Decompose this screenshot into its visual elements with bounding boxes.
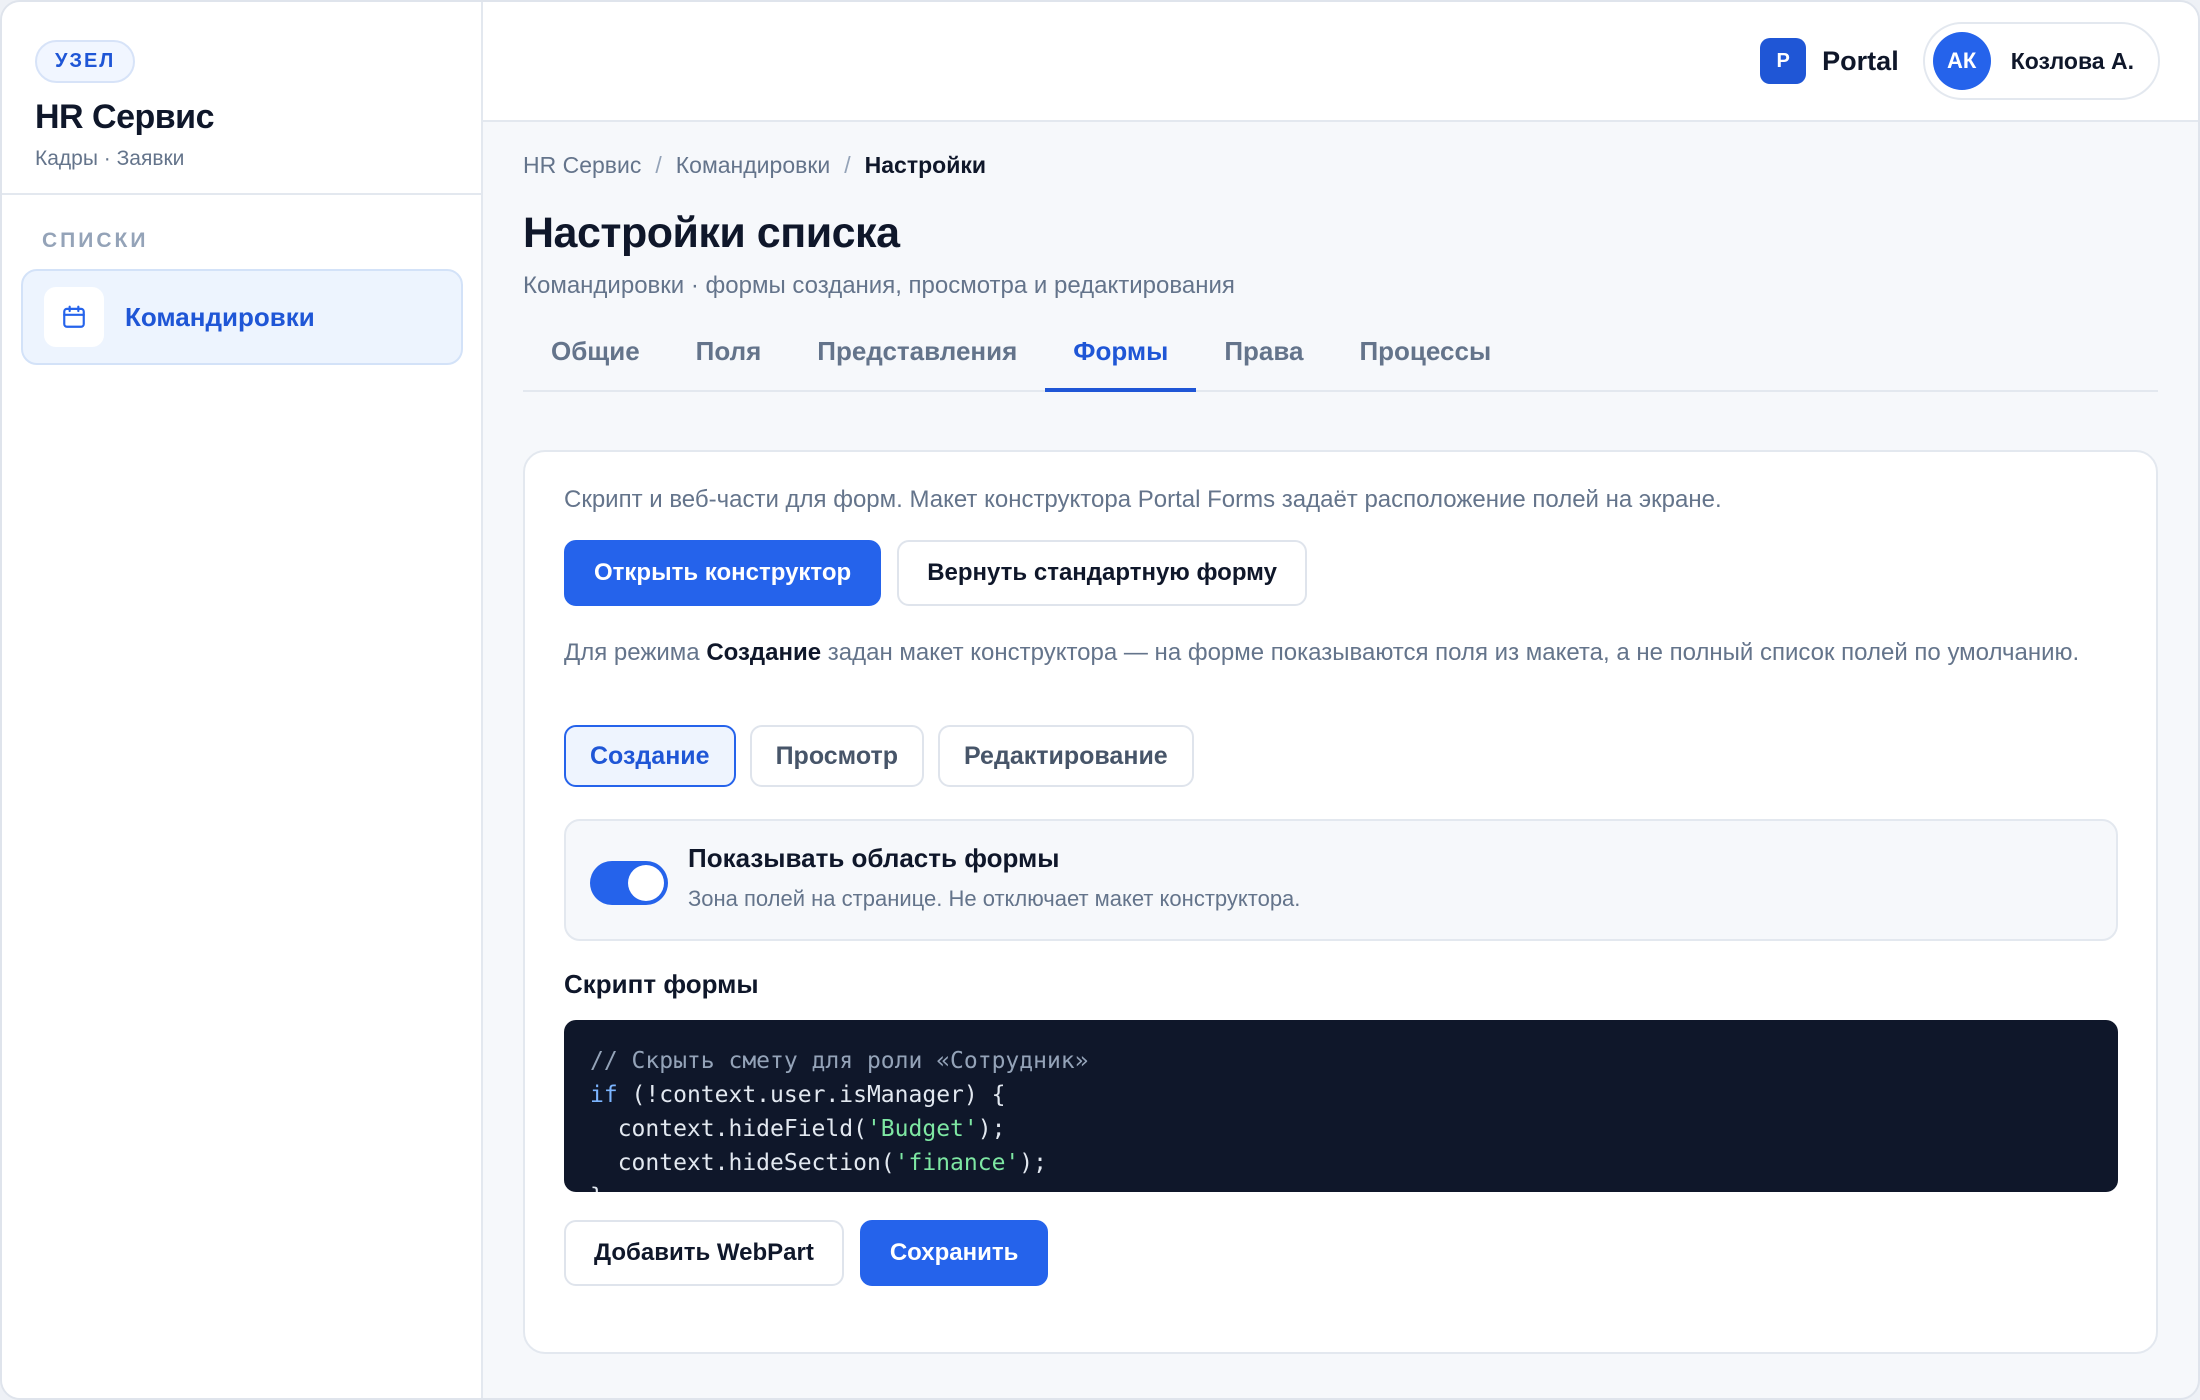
toggle-subtitle: Зона полей на странице. Не отключает мак… (688, 886, 1301, 911)
breadcrumb-separator: / (655, 152, 662, 178)
sidebar-item-komandirovki[interactable]: Командировки (21, 269, 463, 365)
forms-description: Скрипт и веб-части для форм. Макет конст… (564, 486, 1722, 513)
reset-form-button[interactable]: Вернуть стандартную форму (897, 540, 1307, 606)
note-prefix: Для режима (564, 639, 707, 666)
note-suffix: задан макет конструктора — на форме пока… (821, 639, 2080, 666)
mode-edit-button[interactable]: Редактирование (938, 725, 1194, 787)
script-label: Скрипт формы (564, 969, 759, 999)
user-menu[interactable]: АК Козлова А. (1922, 22, 2160, 100)
add-webpart-button[interactable]: Добавить WebPart (564, 1220, 844, 1286)
code-keyword: if (590, 1082, 618, 1108)
tab-views[interactable]: Представления (789, 328, 1045, 390)
breadcrumb-item-current: Настройки (864, 152, 986, 178)
page-title: Настройки списка (523, 209, 900, 257)
form-script-editor[interactable]: // Скрыть смету для роли «Сотрудник» if … (564, 1020, 2118, 1192)
save-button[interactable]: Сохранить (859, 1220, 1049, 1286)
open-builder-button[interactable]: Открыть конструктор (564, 540, 882, 606)
topbar: P Portal АК Козлова А. (483, 2, 2198, 122)
site-title: HR Сервис (35, 98, 215, 136)
code-text: (!context.user.isManager) { (617, 1082, 1006, 1108)
tab-workflows[interactable]: Процессы (1331, 328, 1519, 390)
builder-actions: Открыть конструктор Вернуть стандартную … (564, 540, 2118, 606)
sidebar-section-label: СПИСКИ (42, 229, 149, 252)
tab-general[interactable]: Общие (523, 328, 668, 390)
mode-view-button[interactable]: Просмотр (749, 725, 924, 787)
portal-name: Portal (1822, 45, 1899, 76)
code-text: ); (977, 1116, 1006, 1142)
code-text: context.hideField( (590, 1116, 867, 1142)
sidebar: УЗЕЛ HR Сервис Кадры · Заявки СПИСКИ Ком… (2, 2, 483, 1398)
code-string: 'finance' (894, 1150, 1020, 1176)
portal-brand[interactable]: P Portal (1760, 38, 1899, 84)
calendar-icon (44, 287, 104, 347)
toggle-text: Показывать область формы Зона полей на с… (688, 843, 1300, 912)
app-window: УЗЕЛ HR Сервис Кадры · Заявки СПИСКИ Ком… (0, 0, 2200, 1400)
mode-create-button[interactable]: Создание (564, 725, 736, 787)
toggle-knob (628, 865, 664, 901)
show-form-area-toggle[interactable] (590, 861, 668, 905)
sidebar-item-label: Командировки (125, 301, 315, 332)
toggle-title: Показывать область формы (688, 843, 1060, 873)
tab-forms[interactable]: Формы (1045, 328, 1197, 392)
tab-permissions[interactable]: Права (1196, 328, 1331, 390)
settings-tabs: Общие Поля Представления Формы Права Про… (523, 328, 2158, 392)
portal-logo: P (1760, 38, 1807, 84)
note-mode: Создание (706, 639, 822, 666)
breadcrumb-item-site[interactable]: HR Сервис (523, 152, 641, 179)
code-comment: // Скрыть смету для роли «Сотрудник» (590, 1048, 1089, 1074)
tab-fields[interactable]: Поля (668, 328, 790, 390)
page-subtitle: Командировки · формы создания, просмотра… (523, 272, 1235, 299)
code-text: context.hideSection( (590, 1150, 895, 1176)
forms-settings-card: Скрипт и веб-части для форм. Макет конст… (523, 450, 2158, 1354)
form-mode-selector: Создание Просмотр Редактирование (564, 725, 2118, 787)
node-badge: УЗЕЛ (35, 40, 136, 83)
breadcrumb-separator: / (844, 152, 851, 178)
site-subtitle: Кадры · Заявки (35, 147, 185, 170)
breadcrumb-item-list[interactable]: Командировки (676, 152, 830, 179)
sidebar-header: УЗЕЛ HR Сервис Кадры · Заявки (2, 2, 481, 195)
breadcrumb: HR Сервис / Командировки / Настройки (523, 152, 2158, 179)
form-area-toggle-panel: Показывать область формы Зона полей на с… (564, 819, 2118, 941)
content: HR Сервис / Командировки / Настройки Нас… (483, 122, 2198, 1354)
avatar: АК (1932, 32, 1991, 90)
code-text: ); (1019, 1150, 1047, 1176)
builder-layout-note: Для режима Создание задан макет конструк… (564, 634, 2118, 671)
code-string: 'Budget' (866, 1116, 978, 1142)
code-text: } (590, 1184, 604, 1192)
form-actions: Добавить WebPart Сохранить (564, 1220, 2118, 1286)
main-area: P Portal АК Козлова А. HR Сервис / Коман… (483, 2, 2198, 1398)
user-name: Козлова А. (2010, 47, 2134, 74)
